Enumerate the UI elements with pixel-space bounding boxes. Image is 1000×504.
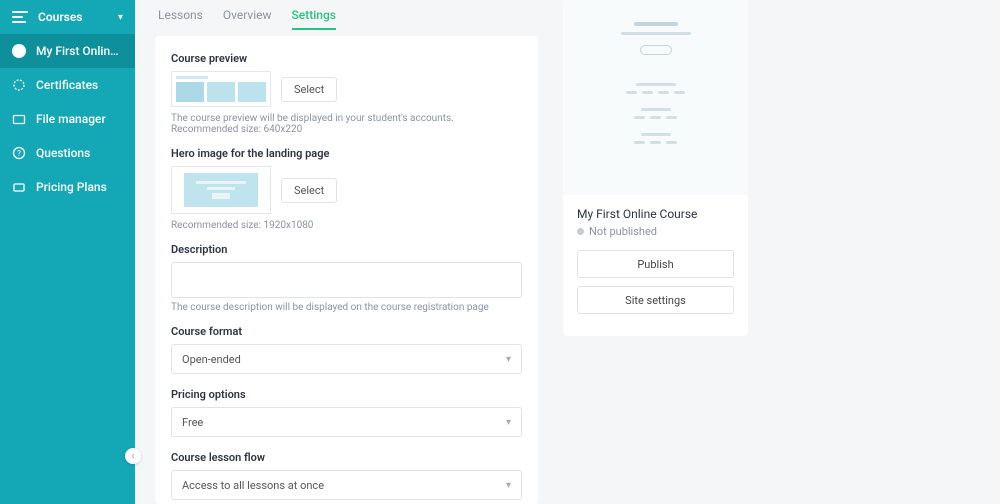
description-input[interactable] (171, 262, 522, 298)
sidebar-item-label: My First Online Co... (36, 44, 123, 58)
tab-lessons[interactable]: Lessons (158, 8, 203, 30)
course-preview-label: Course preview (171, 52, 522, 65)
sidebar-item-label: File manager (36, 112, 106, 126)
sidebar-item-certificates[interactable]: Certificates (0, 68, 135, 102)
svg-text:?: ? (17, 149, 21, 158)
pricing-value: Free (182, 416, 203, 429)
sidebar-header-courses[interactable]: Courses ▾ (0, 0, 135, 34)
tab-overview[interactable]: Overview (223, 8, 272, 30)
sidebar-item-label: Pricing Plans (36, 180, 107, 194)
tabs: Lessons Overview Settings (158, 0, 336, 30)
sidebar-item-label: Questions (36, 146, 90, 160)
courses-icon (12, 11, 28, 23)
lesson-flow-label: Course lesson flow (171, 451, 522, 464)
sidebar: Courses ▾ My First Online Co... Certific… (0, 0, 135, 504)
publish-button[interactable]: Publish (577, 250, 734, 278)
settings-panel: Course preview Select The course preview… (155, 36, 538, 504)
course-format-value: Open-ended (182, 353, 241, 366)
course-preview-thumbnail[interactable] (171, 71, 271, 107)
lesson-flow-value: Access to all lessons at once (182, 479, 324, 492)
question-icon: ? (12, 146, 26, 160)
sidebar-item-file-manager[interactable]: File manager (0, 102, 135, 136)
course-summary-card: My First Online Course Not published Pub… (563, 0, 748, 336)
course-title: My First Online Course (577, 207, 734, 221)
description-label: Description (171, 243, 522, 256)
pricing-icon (12, 180, 26, 194)
landing-page-mockup (563, 0, 748, 195)
chevron-down-icon: ▾ (118, 12, 123, 23)
course-preview-select-button[interactable]: Select (281, 77, 337, 102)
chevron-down-icon: ▾ (506, 480, 511, 491)
site-settings-button[interactable]: Site settings (577, 286, 734, 314)
sidebar-item-my-first-course[interactable]: My First Online Co... (0, 34, 135, 68)
course-format-label: Course format (171, 325, 522, 338)
pricing-select[interactable]: Free ▾ (171, 407, 522, 437)
lesson-flow-select[interactable]: Access to all lessons at once ▾ (171, 470, 522, 500)
sidebar-item-questions[interactable]: ? Questions (0, 136, 135, 170)
pricing-label: Pricing options (171, 388, 522, 401)
chevron-down-icon: ▾ (506, 354, 511, 365)
sidebar-item-pricing-plans[interactable]: Pricing Plans (0, 170, 135, 204)
hero-thumbnail[interactable] (171, 166, 271, 214)
chevron-down-icon: ▾ (506, 417, 511, 428)
hero-hint: Recommended size: 1920x1080 (171, 220, 522, 231)
tab-settings[interactable]: Settings (292, 8, 336, 30)
sidebar-header-label: Courses (38, 10, 118, 24)
certificate-icon (12, 78, 26, 92)
course-preview-hint: The course preview will be displayed in … (171, 113, 522, 135)
sidebar-item-label: Certificates (36, 78, 98, 92)
course-avatar-icon (12, 44, 26, 58)
course-format-select[interactable]: Open-ended ▾ (171, 344, 522, 374)
sidebar-collapse-button[interactable]: ‹ (125, 448, 141, 464)
description-hint: The course description will be displayed… (171, 302, 522, 313)
hero-select-button[interactable]: Select (281, 178, 337, 203)
publish-status: Not published (577, 225, 734, 238)
hero-label: Hero image for the landing page (171, 147, 522, 160)
folder-icon (12, 112, 26, 126)
